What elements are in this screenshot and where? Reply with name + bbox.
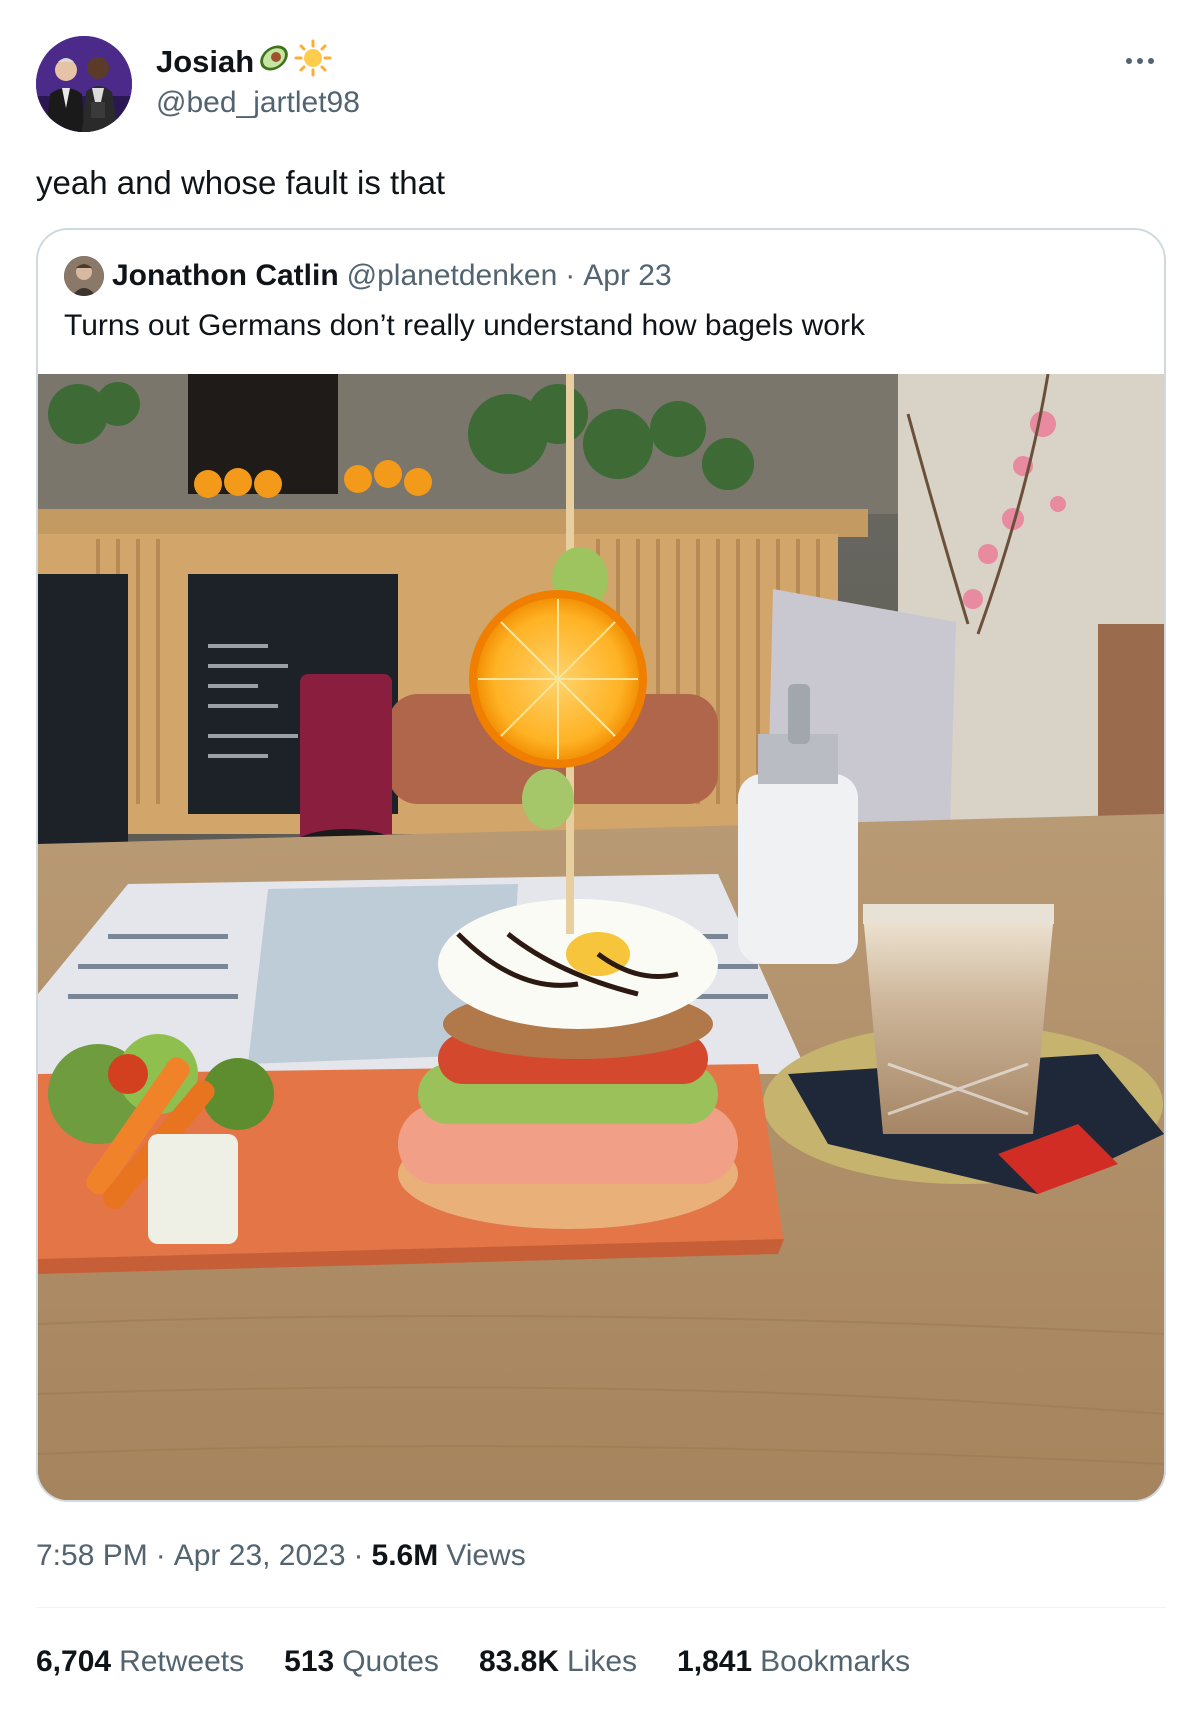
quoted-tweet-text: Turns out Germans don’t really understan…: [64, 309, 865, 342]
likes-stat[interactable]: 83.8K Likes: [479, 1645, 637, 1679]
quoted-tweet-photo[interactable]: [38, 374, 1164, 1500]
more-options-button[interactable]: [1120, 46, 1160, 76]
bookmarks-count: 1,841: [677, 1645, 753, 1678]
quoted-date[interactable]: Apr 23: [583, 259, 671, 293]
more-icon-dot: [1148, 58, 1154, 64]
tweet-date[interactable]: Apr 23, 2023: [174, 1539, 346, 1573]
bookmarks-stat[interactable]: 1,841 Bookmarks: [677, 1645, 910, 1679]
views-label: Views: [446, 1539, 526, 1572]
engagement-stats: 6,704 Retweets 513 Quotes 83.8K Likes 1,…: [36, 1642, 910, 1682]
separator-dot: ·: [565, 259, 576, 292]
avocado-emoji-icon: [256, 40, 292, 84]
avatar-image: [36, 36, 132, 132]
likes-label: Likes: [567, 1645, 638, 1678]
sun-emoji-icon: [294, 39, 332, 85]
quoted-author-avatar[interactable]: [64, 256, 104, 296]
retweets-label: Retweets: [119, 1645, 245, 1678]
more-icon-dot: [1137, 58, 1143, 64]
views-count: 5.6M: [371, 1539, 439, 1572]
bagel-photo-image: [38, 374, 1164, 1500]
quotes-label: Quotes: [342, 1645, 439, 1678]
tweet-meta: 7:58 PM · Apr 23, 2023 · 5.6M Views: [36, 1536, 526, 1576]
quotes-count: 513: [284, 1645, 335, 1678]
author-name-row[interactable]: Josiah: [156, 39, 332, 85]
quoted-tweet-header: Jonathon Catlin @planetdenken · Apr 23: [112, 254, 672, 298]
author-avatar[interactable]: [36, 36, 132, 132]
author-handle[interactable]: @bed_jartlet98: [156, 86, 360, 120]
quoted-handle[interactable]: @planetdenken: [347, 259, 558, 293]
likes-count: 83.8K: [478, 1645, 559, 1678]
tweet-page: Josiah @bed_jartlet98 yeah and whose fau…: [0, 0, 1200, 1714]
divider: [36, 1607, 1166, 1608]
quotes-stat[interactable]: 513 Quotes: [284, 1645, 439, 1679]
bookmarks-label: Bookmarks: [760, 1645, 911, 1678]
separator-dot: ·: [155, 1539, 166, 1572]
tweet-time[interactable]: 7:58 PM: [36, 1539, 148, 1573]
separator-dot: ·: [353, 1539, 364, 1572]
author-display-name[interactable]: Josiah: [156, 44, 254, 80]
more-icon: [1126, 58, 1132, 64]
retweets-count: 6,704: [36, 1645, 112, 1678]
tweet-text: yeah and whose fault is that: [36, 164, 446, 201]
quoted-display-name[interactable]: Jonathon Catlin: [112, 259, 339, 293]
retweets-stat[interactable]: 6,704 Retweets: [36, 1645, 244, 1679]
quoted-tweet-card[interactable]: Jonathon Catlin @planetdenken · Apr 23 T…: [36, 228, 1166, 1502]
